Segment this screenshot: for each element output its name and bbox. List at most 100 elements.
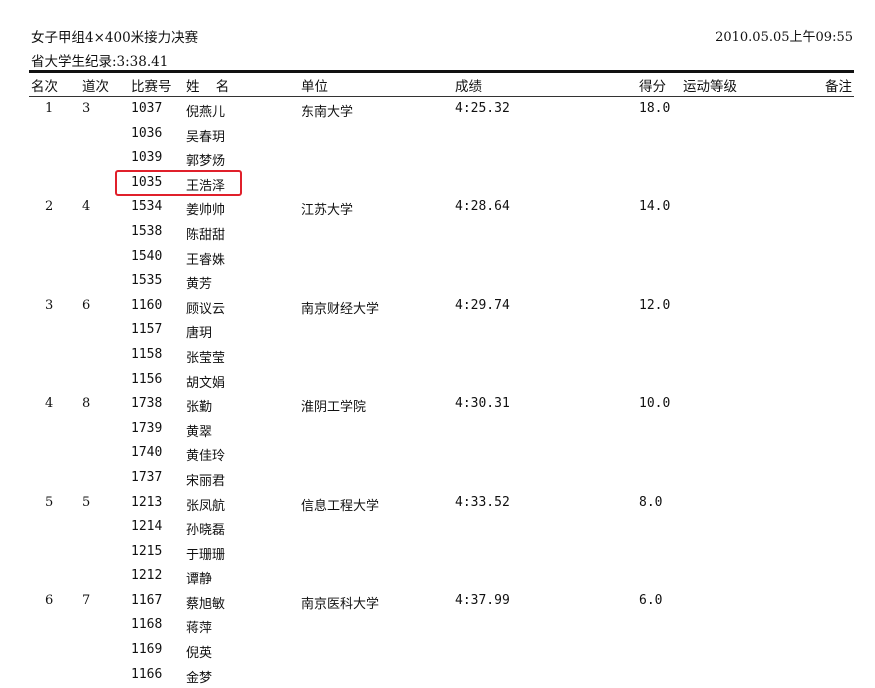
- athlete-name-cell: 黄翠: [186, 424, 213, 440]
- col-bib-header: 比赛号: [131, 79, 172, 95]
- col-lane-header: 道次: [82, 79, 109, 95]
- col-result-header: 成绩: [455, 79, 482, 95]
- table-row: 5 5 1213 张凤航 信息工程大学 4:33.52 8.0: [0, 492, 875, 517]
- bib-cell: 1538: [131, 223, 163, 239]
- bib-cell: 1739: [131, 420, 163, 436]
- athlete-name-cell: 胡文娟: [186, 375, 226, 391]
- athlete-name-cell: 姜帅帅: [186, 203, 226, 219]
- table-row: 1212 谭静: [0, 565, 875, 590]
- table-row: 1215 于珊珊: [0, 541, 875, 566]
- rank-cell: 2: [45, 199, 54, 215]
- table-row: 1740 黄佳玲: [0, 442, 875, 467]
- rank-cell: 6: [45, 592, 54, 608]
- result-cell: 4:25.32: [455, 101, 510, 116]
- table-row: 3 6 1160 顾议云 南京财经大学 4:29.74 12.0: [0, 295, 875, 320]
- bib-cell: 1534: [131, 199, 163, 215]
- athlete-name-cell: 于珊珊: [186, 547, 226, 563]
- table-row: 1538 陈甜甜: [0, 221, 875, 246]
- athlete-name-cell: 宋丽君: [186, 473, 226, 489]
- result-cell: 4:30.31: [455, 396, 510, 412]
- bib-cell: 1738: [131, 396, 163, 412]
- bib-cell: 1169: [131, 642, 163, 658]
- bib-cell: 1036: [131, 125, 163, 141]
- rank-cell: 1: [45, 101, 54, 116]
- points-cell: 10.0: [639, 396, 671, 412]
- points-cell: 14.0: [639, 199, 671, 215]
- athlete-name-cell: 黄芳: [186, 277, 213, 293]
- result-cell: 4:28.64: [455, 199, 510, 215]
- table-row: 1168 蒋萍: [0, 614, 875, 639]
- rank-cell: 4: [45, 396, 54, 412]
- bib-cell: 1213: [131, 494, 163, 510]
- col-points-header: 得分: [639, 79, 666, 95]
- athlete-name-cell: 吴春玥: [186, 129, 226, 145]
- lane-cell: 3: [82, 101, 91, 116]
- unit-cell: 江苏大学: [301, 203, 354, 219]
- athlete-name-cell: 倪英: [186, 646, 213, 662]
- athlete-name-cell: 蔡旭敏: [186, 596, 226, 612]
- table-row: 4 8 1738 张勤 淮阴工学院 4:30.31 10.0: [0, 393, 875, 418]
- lane-cell: 8: [82, 396, 91, 412]
- table-row: 1157 唐玥: [0, 319, 875, 344]
- bib-cell: 1037: [131, 101, 163, 116]
- rank-cell: 3: [45, 297, 54, 313]
- table-row: 1036 吴春玥: [0, 123, 875, 148]
- lane-cell: 5: [82, 494, 91, 510]
- col-notes-header: 备注: [825, 79, 852, 95]
- bib-cell: 1039: [131, 150, 163, 166]
- athlete-name-cell: 孙晓磊: [186, 523, 226, 539]
- table-row: 1166 金梦: [0, 664, 875, 688]
- table-row: 1540 王睿姝: [0, 246, 875, 271]
- result-cell: 4:29.74: [455, 297, 510, 313]
- bib-cell: 1166: [131, 666, 163, 682]
- col-unit-header: 单位: [301, 79, 328, 95]
- document-header: 女子甲组4×400米接力决赛 2010.05.05上午09:55: [31, 26, 853, 46]
- table-row: 1739 黄翠: [0, 418, 875, 443]
- bib-cell: 1160: [131, 297, 163, 313]
- table-row: 1535 黄芳: [0, 270, 875, 295]
- bib-cell: 1158: [131, 346, 163, 362]
- bib-cell: 1168: [131, 617, 163, 633]
- bib-cell: 1540: [131, 248, 163, 264]
- highlight-box: [115, 170, 242, 196]
- table-row: 1 3 1037 倪燕儿 东南大学 4:25.32 18.0: [0, 98, 875, 123]
- bib-cell: 1167: [131, 592, 163, 608]
- result-cell: 4:33.52: [455, 494, 510, 510]
- lane-cell: 7: [82, 592, 91, 608]
- table-row: 6 7 1167 蔡旭敏 南京医科大学 4:37.99 6.0: [0, 590, 875, 615]
- athlete-name-cell: 王睿姝: [186, 252, 226, 268]
- unit-cell: 淮阴工学院: [301, 400, 367, 416]
- table-row: 1039 郭梦炀: [0, 147, 875, 172]
- header-divider: [29, 70, 854, 73]
- unit-cell: 东南大学: [301, 105, 354, 120]
- lane-cell: 4: [82, 199, 91, 215]
- rank-cell: 5: [45, 494, 54, 510]
- table-row: 1158 张莹莹: [0, 344, 875, 369]
- athlete-name-cell: 黄佳玲: [186, 449, 226, 465]
- col-name-header: 姓 名: [186, 79, 236, 95]
- points-cell: 6.0: [639, 592, 663, 608]
- table-row: 1737 宋丽君: [0, 467, 875, 492]
- athlete-name-cell: 蒋萍: [186, 621, 213, 637]
- athlete-name-cell: 陈甜甜: [186, 227, 226, 243]
- bib-cell: 1737: [131, 469, 163, 485]
- athlete-name-cell: 郭梦炀: [186, 154, 226, 170]
- athlete-name-cell: 顾议云: [186, 301, 226, 317]
- bib-cell: 1214: [131, 519, 163, 535]
- col-rank-header: 名次: [31, 79, 58, 95]
- athlete-name-cell: 张凤航: [186, 498, 226, 514]
- col-level-header: 运动等级: [683, 79, 737, 95]
- table-row: 1214 孙晓磊: [0, 516, 875, 541]
- bib-cell: 1535: [131, 273, 163, 289]
- table-row: 1169 倪英: [0, 639, 875, 664]
- column-header-divider: [29, 96, 854, 97]
- table-row: 2 4 1534 姜帅帅 江苏大学 4:28.64 14.0: [0, 196, 875, 221]
- points-cell: 12.0: [639, 297, 671, 313]
- athlete-name-cell: 张莹莹: [186, 350, 226, 366]
- points-cell: 18.0: [639, 101, 671, 116]
- bib-cell: 1212: [131, 568, 163, 584]
- athlete-name-cell: 谭静: [186, 572, 213, 588]
- bib-cell: 1740: [131, 445, 163, 461]
- unit-cell: 南京医科大学: [301, 596, 380, 612]
- lane-cell: 6: [82, 297, 91, 313]
